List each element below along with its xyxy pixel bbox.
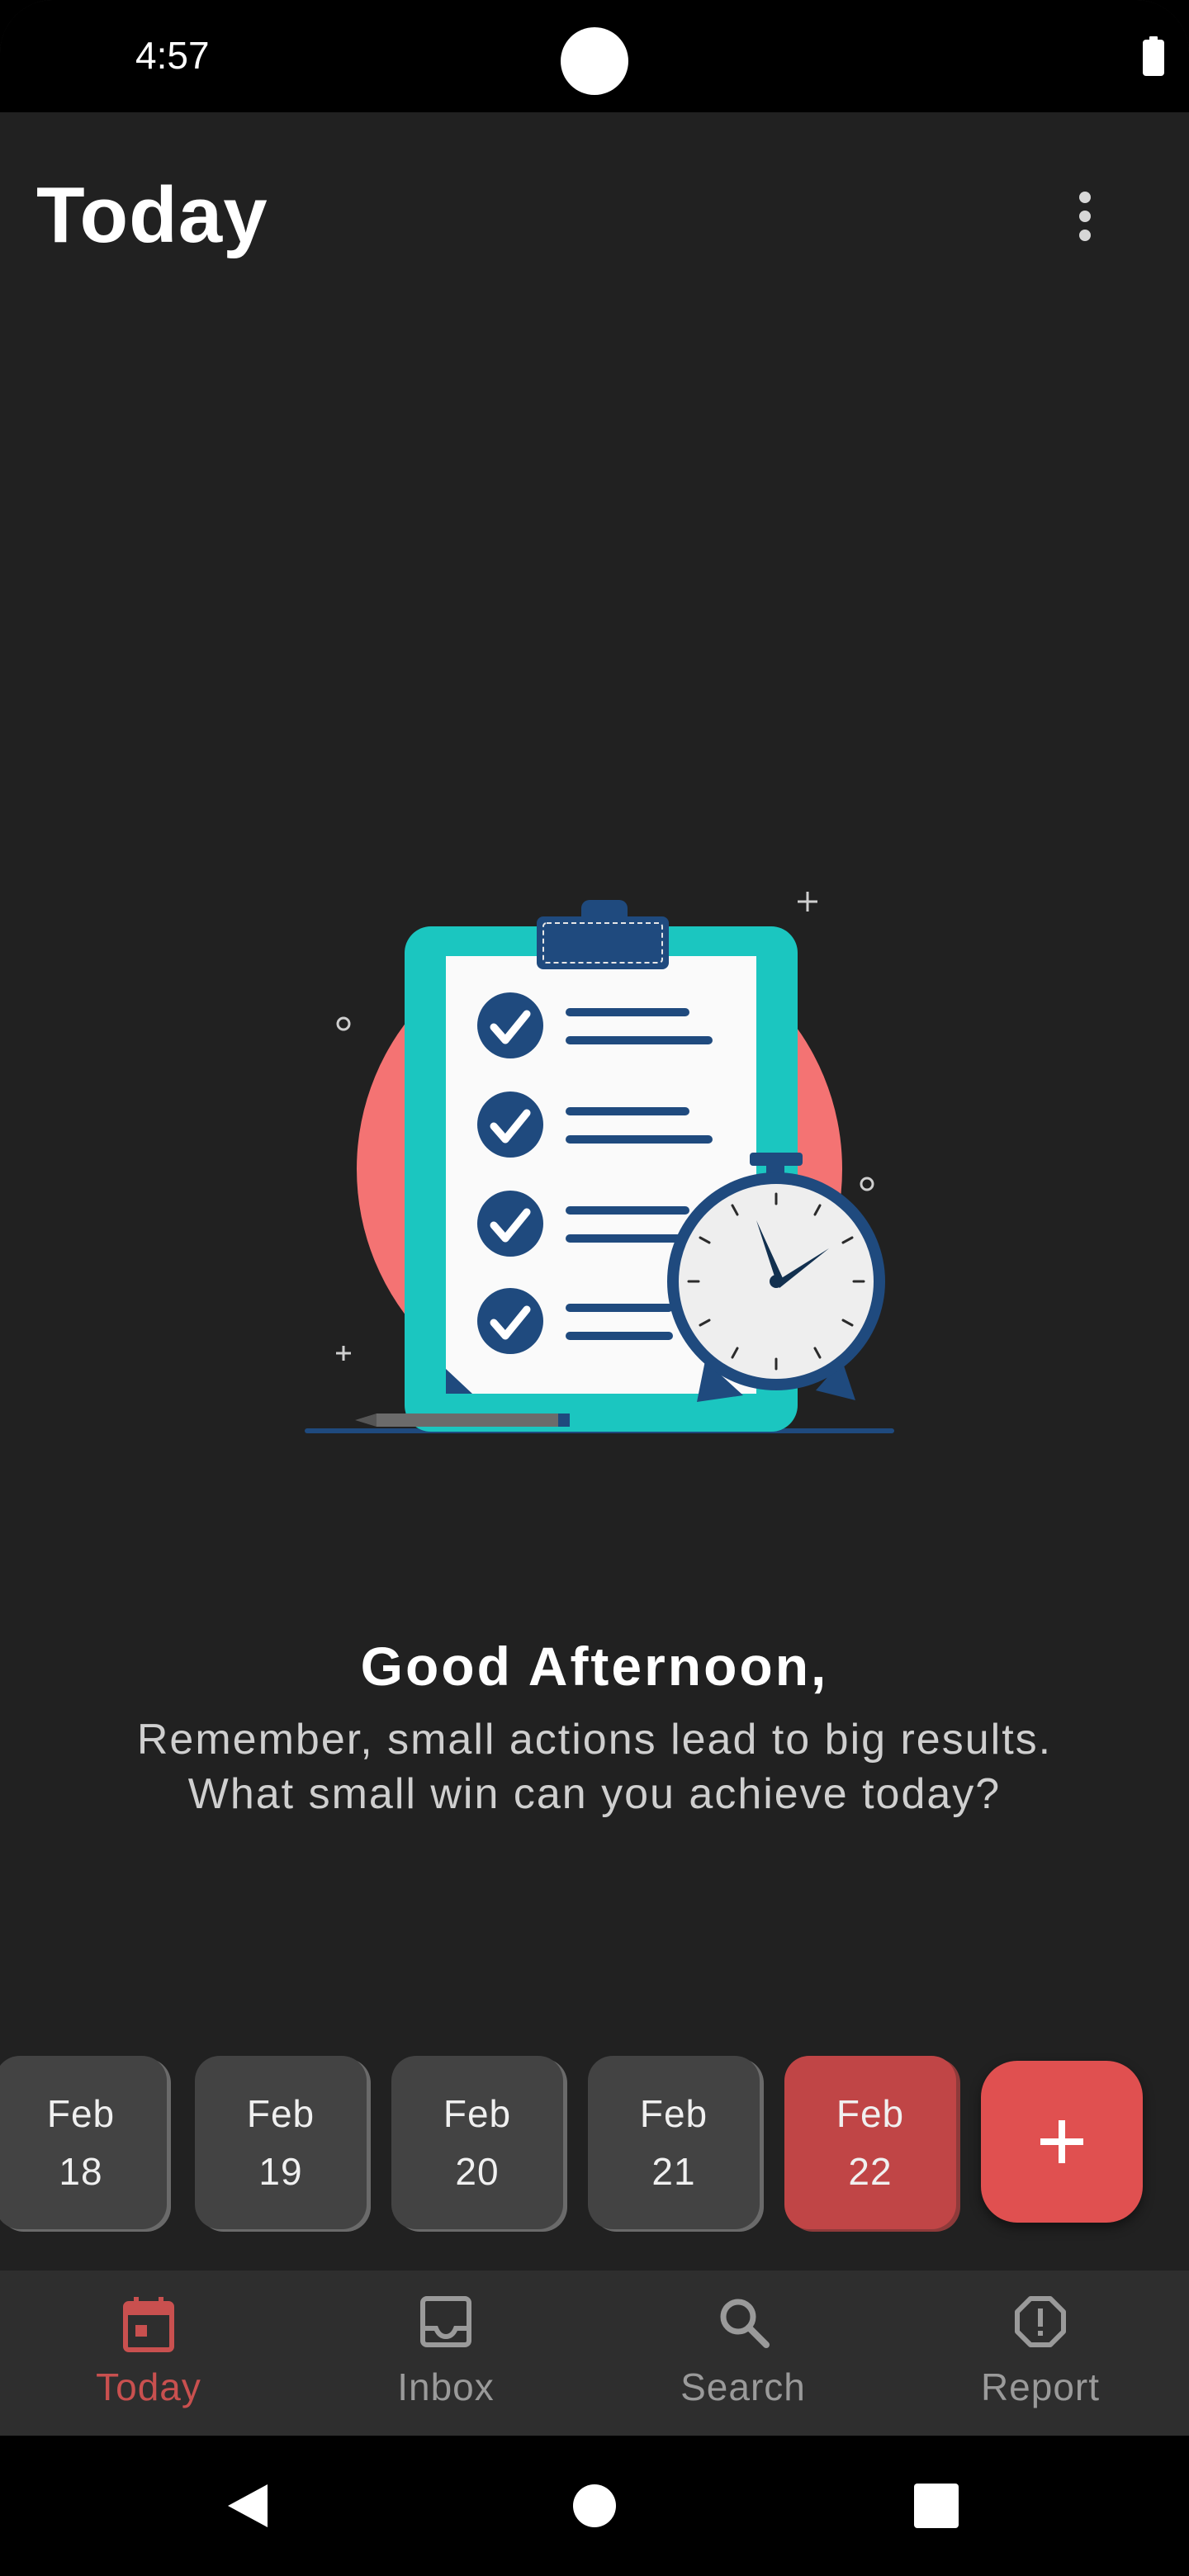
camera-cutout [561, 27, 628, 95]
motivation-line-2: What small win can you achieve today? [187, 1770, 1002, 1818]
status-time: 4:57 [135, 34, 210, 77]
nav-label-today: Today [96, 2365, 201, 2408]
battery-icon [1143, 36, 1164, 76]
system-back-button[interactable] [206, 2436, 289, 2576]
greeting-title: Good Afternoon, [360, 1636, 829, 1697]
today-screen: 4:57 Today Good Afternoon, Remember, sma… [0, 0, 1189, 2576]
pencil [355, 1413, 570, 1427]
recents-icon [914, 2484, 959, 2528]
calendar-icon [123, 2297, 174, 2352]
date-chip-month: Feb [639, 2092, 708, 2135]
nav-item-report[interactable]: Report [892, 2271, 1189, 2436]
date-chip-day: 19 [258, 2150, 303, 2193]
date-chip-month: Feb [836, 2092, 905, 2135]
date-chip-feb-21[interactable]: Feb 21 [588, 2056, 760, 2229]
plus-icon [1040, 2120, 1083, 2163]
motivation-line-1: Remember, small actions lead to big resu… [136, 1716, 1053, 1764]
system-recents-button[interactable] [895, 2436, 978, 2576]
date-chip-feb-19[interactable]: Feb 19 [195, 2056, 367, 2229]
inbox-icon [420, 2296, 471, 2347]
clipboard-checklist-stopwatch-illustration [305, 892, 894, 1433]
report-icon [1015, 2296, 1066, 2347]
status-bar: 4:57 [0, 0, 1189, 112]
back-icon [228, 2484, 268, 2527]
date-chip-day: 21 [651, 2150, 696, 2193]
system-navigation-bar [0, 2436, 1189, 2576]
nav-label-report: Report [980, 2365, 1101, 2408]
date-chip-feb-22-selected[interactable]: Feb 22 [784, 2056, 956, 2229]
date-chip-feb-20[interactable]: Feb 20 [391, 2056, 563, 2229]
system-home-button[interactable] [553, 2436, 636, 2576]
more-vertical-icon [1079, 192, 1091, 241]
nav-label-inbox: Inbox [397, 2365, 495, 2408]
bottom-navigation: Today Inbox Search Report [0, 2271, 1189, 2436]
date-chip-day: 20 [455, 2150, 500, 2193]
home-icon [573, 2484, 616, 2527]
date-chip-month: Feb [46, 2092, 116, 2135]
search-icon [720, 2299, 770, 2348]
page-title: Today [36, 171, 268, 259]
nav-item-search[interactable]: Search [594, 2271, 892, 2436]
date-chip-day: 18 [59, 2150, 103, 2193]
date-chip-day: 22 [848, 2150, 893, 2193]
date-chip-feb-18[interactable]: Feb 18 [0, 2056, 167, 2229]
date-chip-month: Feb [246, 2092, 315, 2135]
nav-item-inbox[interactable]: Inbox [297, 2271, 594, 2436]
nav-item-today[interactable]: Today [0, 2271, 297, 2436]
add-task-button[interactable] [981, 2061, 1143, 2223]
motivation-message: Remember, small actions lead to big resu… [0, 1712, 1189, 1821]
date-chip-month: Feb [443, 2092, 512, 2135]
nav-label-search: Search [680, 2365, 806, 2408]
more-options-button[interactable] [1060, 183, 1110, 249]
